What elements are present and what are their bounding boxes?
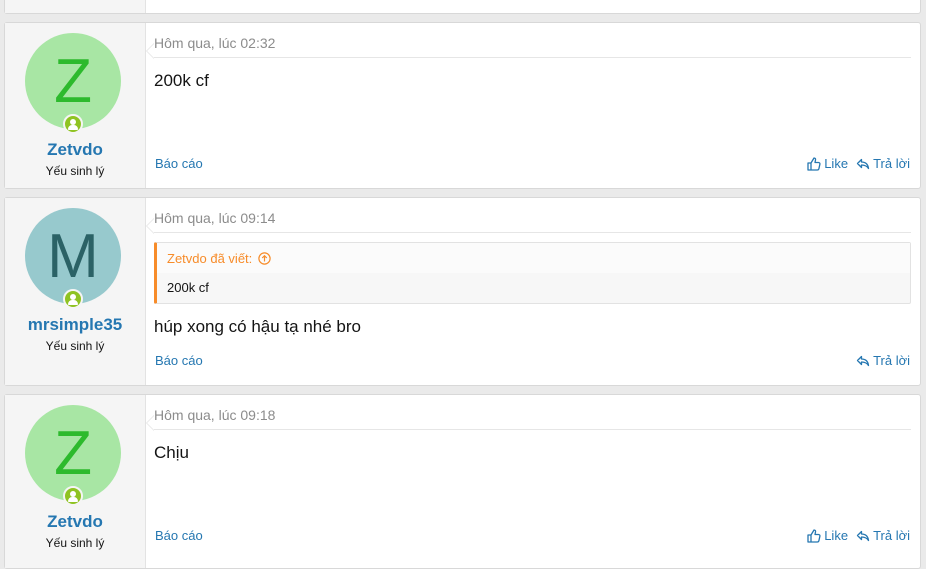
user-pane: Z Zetvdo Yếu sinh lý	[5, 395, 154, 568]
reply-button[interactable]: Trả lời	[856, 528, 910, 543]
like-button[interactable]: Like	[807, 156, 848, 171]
previous-post	[4, 0, 921, 14]
pane-arrow	[146, 415, 154, 431]
post-message: húp xong có hậu tạ nhé bro	[154, 317, 361, 336]
user-pane: M mrsimple35 Yếu sinh lý	[5, 198, 154, 385]
like-label: Like	[824, 156, 849, 171]
post-footer: Báo cáo Trả lời	[154, 353, 911, 371]
post-actions: Like Trả lời	[807, 528, 910, 543]
user-online-icon	[63, 289, 83, 309]
reply-icon	[856, 158, 870, 169]
like-label: Like	[824, 528, 849, 543]
user-online-icon	[63, 114, 83, 134]
previous-post-userpane	[5, 0, 146, 13]
post-message: Chịu	[154, 443, 189, 462]
user-title: Yếu sinh lý	[45, 536, 105, 550]
thumbs-up-icon	[807, 528, 821, 543]
post: Z Zetvdo Yếu sinh lý Hôm qua, lúc 09:18 …	[4, 394, 921, 569]
post-main: Hôm qua, lúc 09:18 Chịu Báo cáo Like Trả…	[154, 395, 911, 568]
quote-text: 200k cf	[167, 280, 209, 295]
reply-label: Trả lời	[873, 156, 910, 171]
quote-block: Zetvdo đã viết: 200k cf	[154, 242, 911, 304]
user-title: Yếu sinh lý	[45, 164, 105, 178]
post-main: Hôm qua, lúc 02:32 200k cf Báo cáo Like …	[154, 23, 911, 188]
post-main: Hôm qua, lúc 09:14 Zetvdo đã viết: 200k …	[154, 198, 911, 385]
reply-button[interactable]: Trả lời	[856, 353, 910, 368]
username[interactable]: mrsimple35	[5, 315, 145, 335]
pane-arrow	[146, 218, 154, 234]
user-title: Yếu sinh lý	[45, 339, 105, 353]
post-actions: Like Trả lời	[807, 156, 910, 171]
post: Z Zetvdo Yếu sinh lý Hôm qua, lúc 02:32 …	[4, 22, 921, 189]
user-pane: Z Zetvdo Yếu sinh lý	[5, 23, 154, 188]
arrow-up-circle-icon[interactable]	[258, 251, 271, 265]
report-link[interactable]: Báo cáo	[155, 353, 203, 368]
user-online-icon	[63, 486, 83, 506]
like-button[interactable]: Like	[807, 528, 848, 543]
post-actions: Trả lời	[856, 353, 910, 368]
post-date[interactable]: Hôm qua, lúc 02:32	[154, 35, 911, 58]
post-message: 200k cf	[154, 71, 209, 90]
thumbs-up-icon	[807, 156, 821, 171]
username[interactable]: Zetvdo	[5, 512, 145, 532]
post-date[interactable]: Hôm qua, lúc 09:14	[154, 210, 911, 233]
post-footer: Báo cáo Like Trả lời	[154, 528, 911, 546]
reply-label: Trả lời	[873, 528, 910, 543]
reply-button[interactable]: Trả lời	[856, 156, 910, 171]
reply-label: Trả lời	[873, 353, 910, 368]
reply-icon	[856, 530, 870, 541]
post-date[interactable]: Hôm qua, lúc 09:18	[154, 407, 911, 430]
quote-author[interactable]: Zetvdo đã viết:	[167, 251, 252, 266]
pane-arrow	[146, 43, 154, 59]
post-footer: Báo cáo Like Trả lời	[154, 156, 911, 174]
post: M mrsimple35 Yếu sinh lý Hôm qua, lúc 09…	[4, 197, 921, 386]
username[interactable]: Zetvdo	[5, 140, 145, 160]
quote-header[interactable]: Zetvdo đã viết:	[157, 243, 910, 273]
reply-icon	[856, 355, 870, 366]
report-link[interactable]: Báo cáo	[155, 528, 203, 543]
report-link[interactable]: Báo cáo	[155, 156, 203, 171]
